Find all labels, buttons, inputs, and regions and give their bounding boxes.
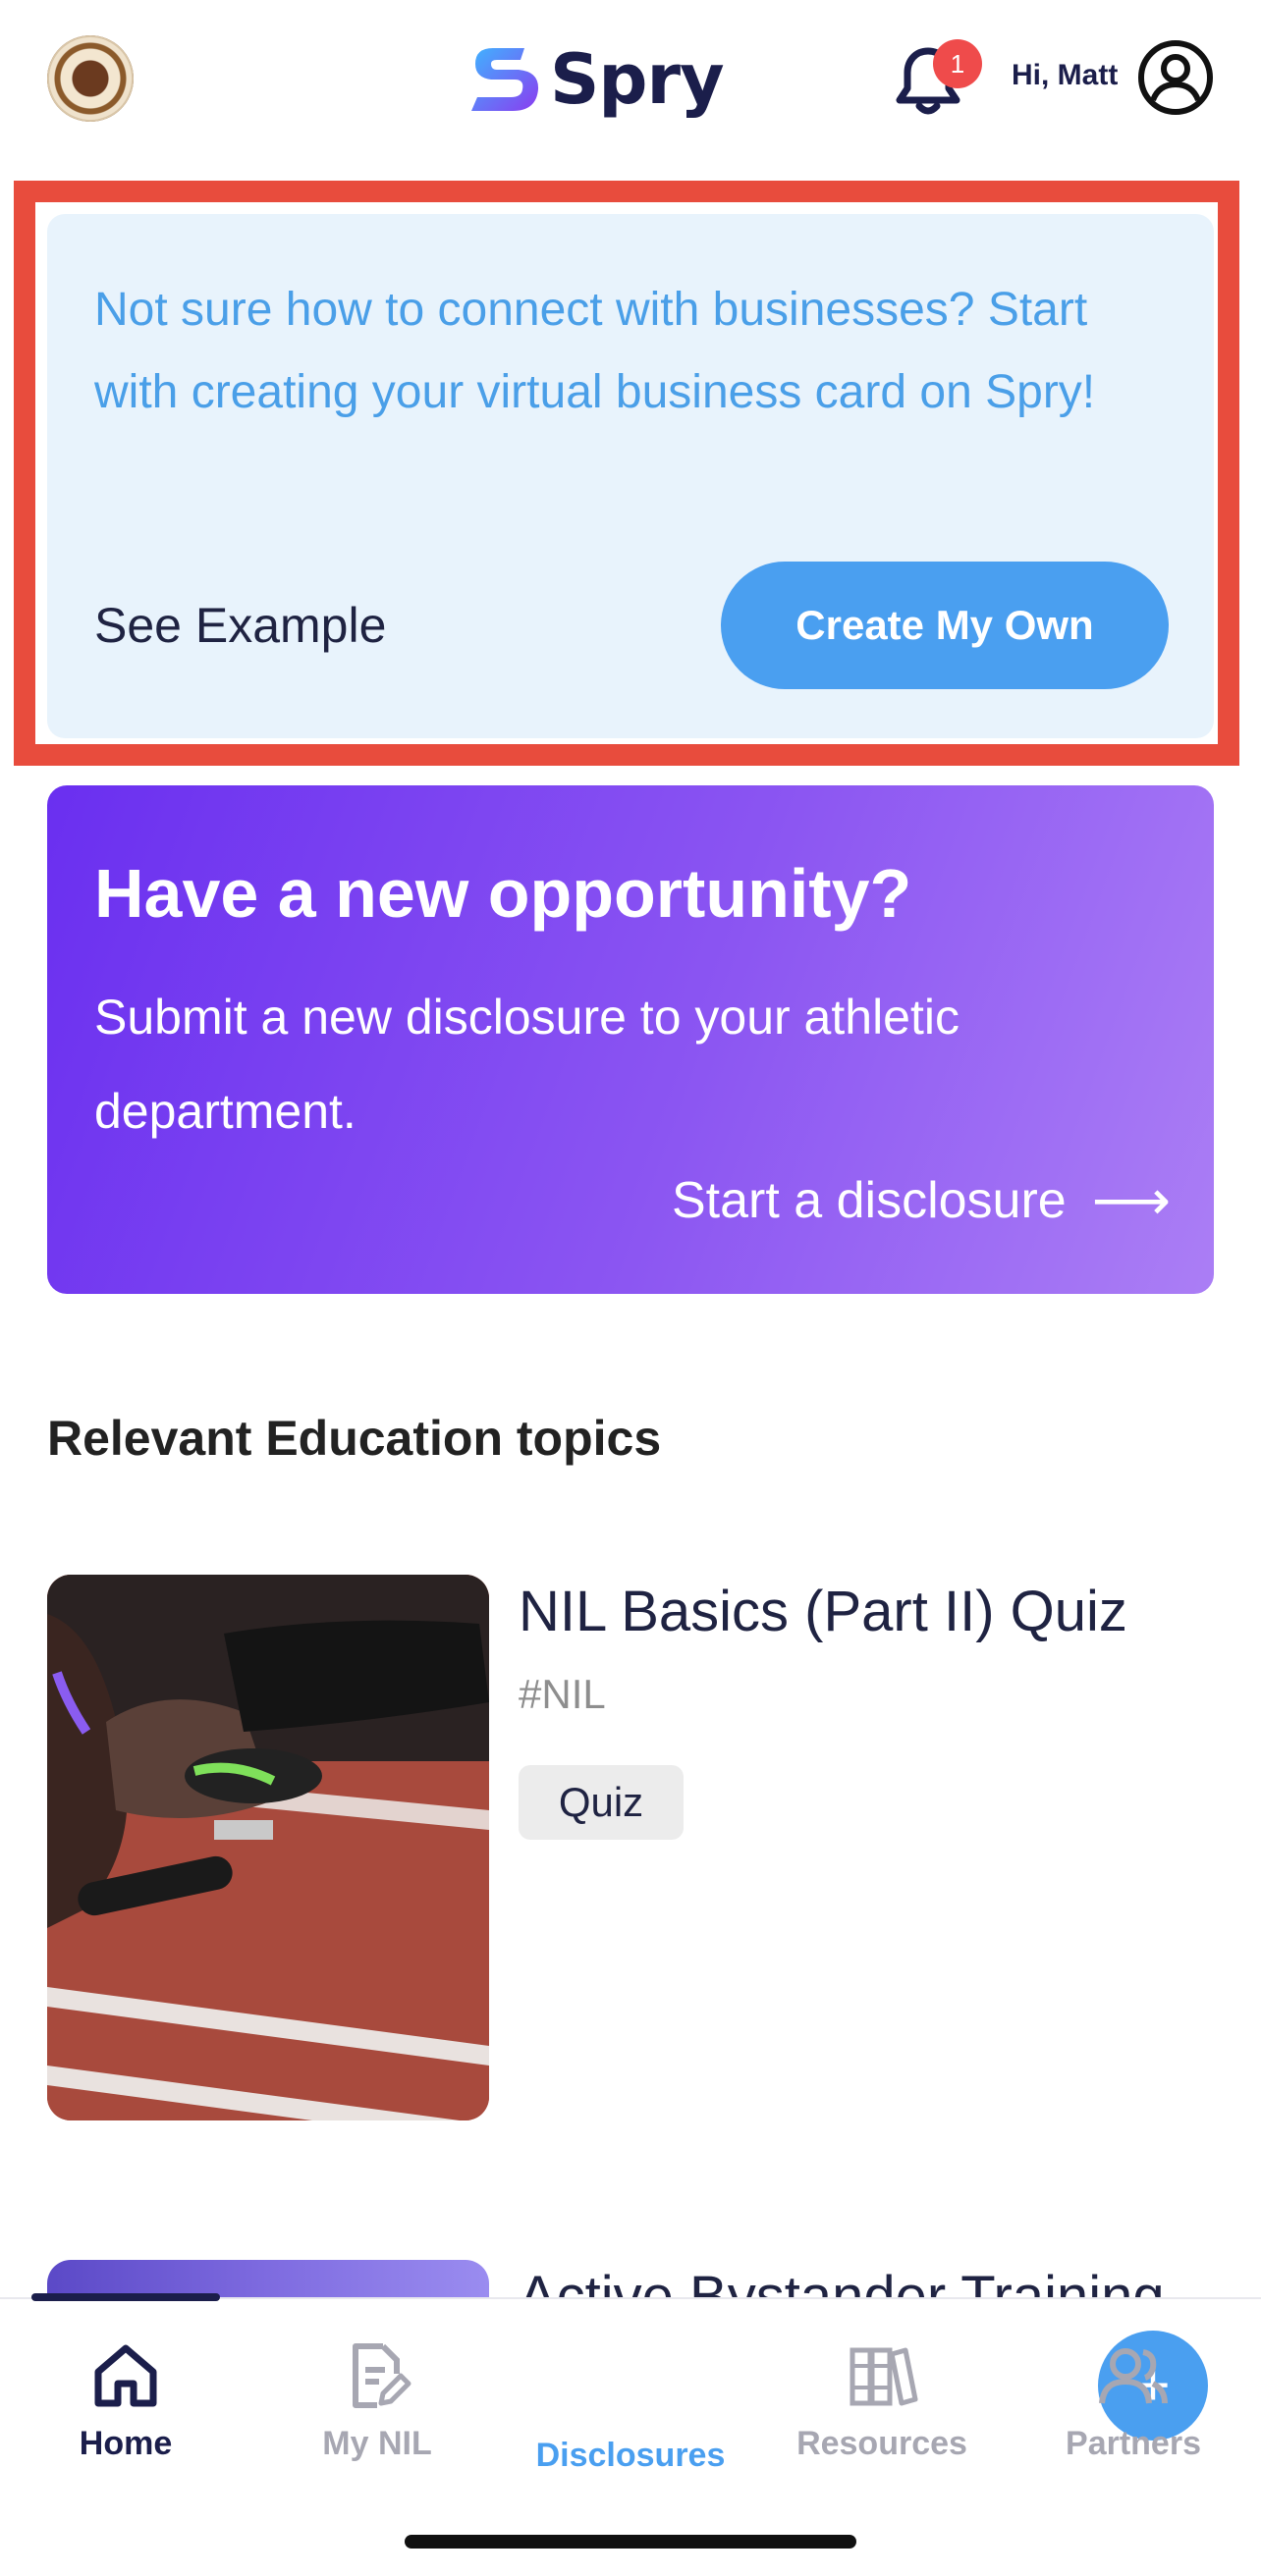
create-my-own-button[interactable]: Create My Own xyxy=(721,562,1169,689)
see-example-link[interactable]: See Example xyxy=(94,597,386,654)
tab-label-resources: Resources xyxy=(796,2425,967,2462)
tab-disclosures[interactable]: + Disclosures xyxy=(522,2331,1208,2496)
tab-label-home: Home xyxy=(79,2425,173,2462)
topic-thumbnail-track-start[interactable] xyxy=(47,1575,489,2120)
start-disclosure-label: Start a disclosure xyxy=(671,1172,1067,1229)
education-section-title: Relevant Education topics xyxy=(47,1411,662,1466)
tab-my-nil[interactable]: My NIL xyxy=(269,2338,485,2496)
spry-logo: Spry xyxy=(467,35,725,124)
app-name: Spry xyxy=(550,39,725,120)
track-sprinter-image xyxy=(47,1575,489,2120)
prompt-message: Not sure how to connect with businesses?… xyxy=(94,284,1096,418)
books-icon xyxy=(850,2347,918,2406)
tab-home[interactable]: Home xyxy=(18,2338,234,2496)
business-card-prompt: Not sure how to connect with businesses?… xyxy=(47,214,1214,738)
arrow-right-icon: ⟶ xyxy=(1091,1169,1171,1231)
tab-label-partners: Partners xyxy=(1066,2425,1201,2462)
university-seal-logo[interactable] xyxy=(47,35,134,122)
app-header: Spry 1 Hi, Matt xyxy=(0,0,1261,167)
topic-tag: #NIL xyxy=(519,1671,606,1717)
notification-badge: 1 xyxy=(933,39,982,88)
topic-title[interactable]: NIL Basics (Part II) Quiz xyxy=(519,1579,1127,1644)
user-avatar-icon[interactable] xyxy=(1137,39,1214,116)
new-opportunity-card[interactable]: Have a new opportunity? Submit a new dis… xyxy=(47,785,1214,1294)
start-disclosure-link[interactable]: Start a disclosure ⟶ xyxy=(672,1168,1171,1233)
people-icon xyxy=(1099,2348,1168,2404)
tab-label-disclosures: Disclosures xyxy=(535,2437,726,2474)
active-tab-indicator xyxy=(31,2293,220,2301)
user-greeting: Hi, Matt xyxy=(1012,59,1119,91)
tab-label-my-nil: My NIL xyxy=(322,2425,432,2462)
opportunity-title: Have a new opportunity? xyxy=(94,855,912,932)
topic-type-chip: Quiz xyxy=(519,1765,684,1840)
spry-s-icon xyxy=(471,48,539,111)
document-edit-icon xyxy=(353,2343,411,2408)
home-icon xyxy=(94,2344,157,2407)
opportunity-description: Submit a new disclosure to your athletic… xyxy=(94,990,959,1139)
tab-partners[interactable]: Partners xyxy=(1025,2338,1241,2496)
tab-resources[interactable]: Resources xyxy=(774,2338,990,2496)
home-indicator xyxy=(405,2535,856,2549)
